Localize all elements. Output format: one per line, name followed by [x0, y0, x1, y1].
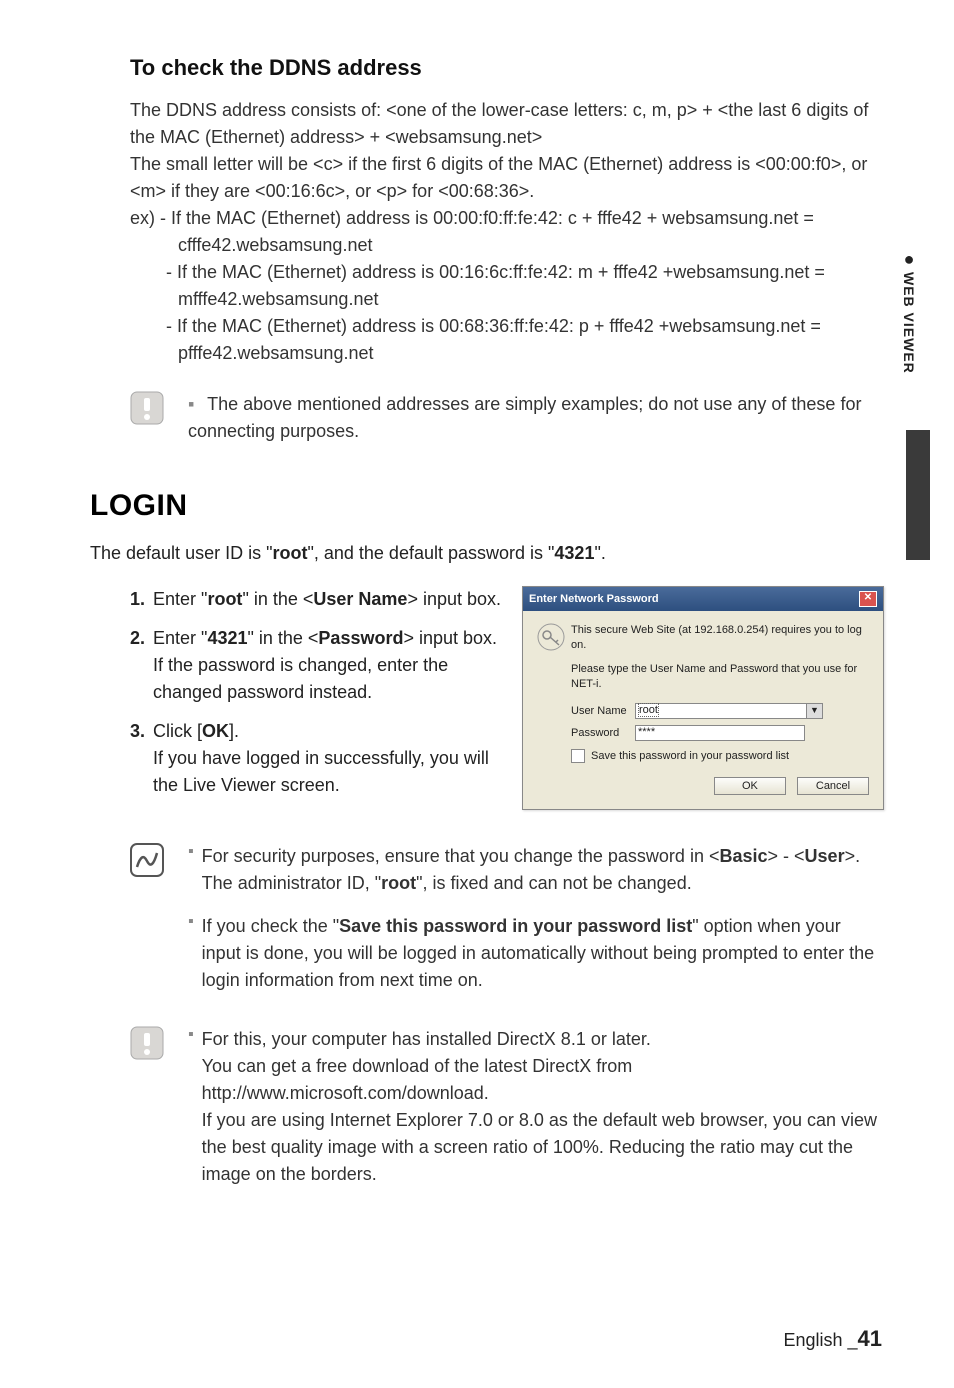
ddns-ex1b: cfffe42.websamsung.net	[130, 232, 884, 259]
password-field-row: Password ****	[571, 725, 869, 741]
username-label: User Name	[571, 705, 635, 717]
dialog-title-text: Enter Network Password	[529, 593, 659, 605]
footer-lang: English	[783, 1330, 842, 1350]
close-icon[interactable]: ✕	[859, 591, 877, 607]
bullet-dot: ●	[904, 250, 915, 268]
username-input[interactable]: root ▼	[635, 703, 823, 719]
username-field-row: User Name root ▼	[571, 703, 869, 719]
key-lock-icon	[537, 623, 565, 651]
tip-row-1: ▪ For security purposes, ensure that you…	[130, 843, 884, 1010]
step-number: 1.	[130, 586, 145, 613]
caution-icon	[130, 391, 164, 425]
bullet-icon: ▪	[188, 913, 194, 994]
bullet-icon: ▪	[188, 843, 194, 897]
ddns-ex2a: - If the MAC (Ethernet) address is 00:16…	[130, 259, 884, 286]
side-bar-strip	[906, 430, 930, 560]
step-number: 2.	[130, 625, 145, 706]
note-text: The above mentioned addresses are simply…	[188, 394, 861, 441]
save-password-checkbox[interactable]	[571, 749, 585, 763]
ddns-ex3b: pfffe42.websamsung.net	[130, 340, 884, 367]
page-footer: English _41	[783, 1326, 882, 1352]
page-number: 41	[858, 1326, 882, 1351]
login-heading: LOGIN	[90, 489, 884, 523]
bullet-icon: ▪	[188, 394, 194, 414]
login-intro: The default user ID is "root", and the d…	[90, 543, 884, 564]
tip3-line1: For this, your computer has installed Di…	[202, 1029, 651, 1049]
tip3-line2: You can get a free download of the lates…	[202, 1056, 633, 1103]
step-1: 1. Enter "root" in the <User Name> input…	[130, 586, 502, 613]
step-number: 3.	[130, 718, 145, 799]
ddns-p2: The small letter will be <c> if the firs…	[130, 151, 884, 205]
save-password-row: Save this password in your password list	[571, 749, 869, 763]
password-input[interactable]: ****	[635, 725, 805, 741]
side-tab: ● WEB VIEWER	[894, 250, 924, 374]
ok-button[interactable]: OK	[714, 777, 786, 795]
tip-row-2: ▪ For this, your computer has installed …	[130, 1026, 884, 1204]
ddns-body: The DDNS address consists of: <one of th…	[130, 97, 884, 367]
ddns-ex3a: - If the MAC (Ethernet) address is 00:68…	[130, 313, 884, 340]
save-password-label: Save this password in your password list	[591, 750, 789, 762]
ddns-heading: To check the DDNS address	[130, 55, 884, 81]
step-2: 2. Enter "4321" in the <Password> input …	[130, 625, 502, 706]
cancel-button[interactable]: Cancel	[797, 777, 869, 795]
dialog-info-line1: This secure Web Site (at 192.168.0.254) …	[571, 623, 869, 654]
password-dialog: Enter Network Password ✕ This secure Web…	[522, 586, 884, 810]
ddns-p1: The DDNS address consists of: <one of th…	[130, 97, 884, 151]
bullet-icon: ▪	[188, 1026, 194, 1188]
note-row: ▪ The above mentioned addresses are simp…	[130, 391, 884, 445]
dialog-info-line2: Please type the User Name and Password t…	[571, 662, 869, 693]
ddns-ex-lead: ex) - If the MAC (Ethernet) address is 0…	[130, 205, 884, 232]
side-tab-label: WEB VIEWER	[901, 272, 917, 374]
step-3: 3. Click [OK]. If you have logged in suc…	[130, 718, 502, 799]
caution-icon	[130, 1026, 164, 1060]
tip3-line3: If you are using Internet Explorer 7.0 o…	[202, 1110, 877, 1184]
ddns-ex2b: mfffe42.websamsung.net	[130, 286, 884, 313]
password-label: Password	[571, 727, 635, 739]
note-icon	[130, 843, 164, 877]
dialog-titlebar: Enter Network Password ✕	[523, 587, 883, 611]
chevron-down-icon[interactable]: ▼	[806, 704, 822, 718]
